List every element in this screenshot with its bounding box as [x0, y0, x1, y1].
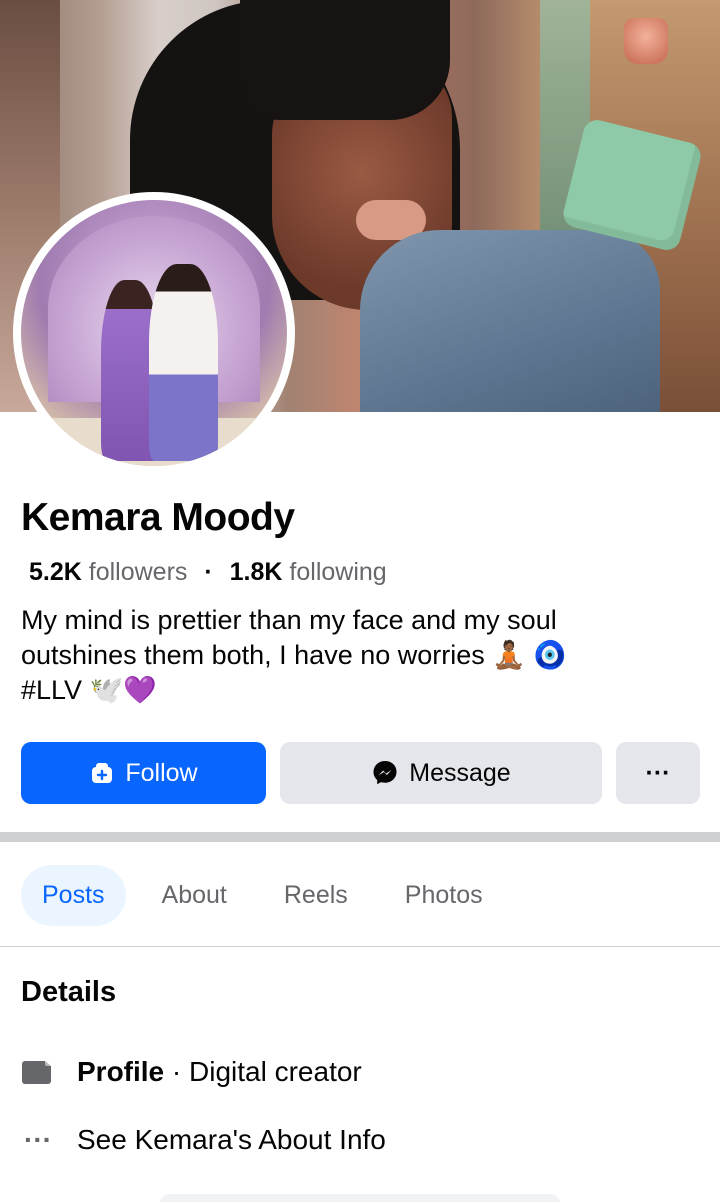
- bio-line: outshines them both, I have no worries 🧘…: [21, 640, 567, 670]
- user-plus-icon: [89, 761, 115, 785]
- tab-photos[interactable]: Photos: [405, 881, 483, 910]
- more-horizontal-icon: ···: [645, 758, 671, 787]
- following-count[interactable]: 1.8K: [230, 558, 283, 586]
- next-section-peek: [160, 1194, 560, 1202]
- follow-button-label: Follow: [125, 758, 198, 787]
- about-info-link[interactable]: ··· See Kemara's About Info: [21, 1124, 386, 1156]
- following-label[interactable]: following: [289, 558, 386, 586]
- messenger-icon: [371, 759, 399, 787]
- cover-bangs: [240, 0, 450, 120]
- profile-bio: My mind is prettier than my face and my …: [21, 603, 701, 708]
- tab-reels[interactable]: Reels: [284, 881, 348, 910]
- followers-label[interactable]: followers: [89, 558, 188, 586]
- detail-profile-label: Profile: [77, 1056, 165, 1087]
- about-info-label: See Kemara's About Info: [77, 1124, 386, 1155]
- tab-about[interactable]: About: [162, 881, 227, 910]
- message-button-label: Message: [409, 758, 511, 787]
- section-divider: [0, 832, 720, 842]
- bio-line: #LLV 🕊️💜: [21, 675, 157, 705]
- profile-avatar[interactable]: [13, 192, 295, 474]
- avatar-image: [21, 200, 287, 466]
- details-heading: Details: [21, 976, 117, 1008]
- detail-profile-row: Profile · Digital creator: [21, 1056, 362, 1088]
- more-horizontal-icon: ···: [24, 1124, 52, 1155]
- cover-jacket: [360, 230, 660, 412]
- avatar-figure-man: [148, 263, 218, 461]
- tab-posts[interactable]: Posts: [21, 864, 126, 926]
- more-options-button[interactable]: ···: [616, 742, 700, 804]
- cover-candle: [624, 18, 668, 64]
- tabs-divider: [0, 946, 720, 947]
- followers-count[interactable]: 5.2K: [29, 558, 82, 586]
- page-icon: [21, 1058, 55, 1086]
- profile-name: Kemara Moody: [21, 496, 295, 539]
- follow-stats: 5.2K followers · 1.8K following: [29, 558, 387, 587]
- message-button[interactable]: Message: [280, 742, 602, 804]
- bio-line: My mind is prettier than my face and my …: [21, 605, 557, 635]
- follow-button[interactable]: Follow: [21, 742, 266, 804]
- profile-tabs: Posts About Reels Photos: [21, 864, 540, 926]
- detail-profile-category: · Digital creator: [164, 1056, 362, 1087]
- stats-separator: ·: [204, 558, 213, 586]
